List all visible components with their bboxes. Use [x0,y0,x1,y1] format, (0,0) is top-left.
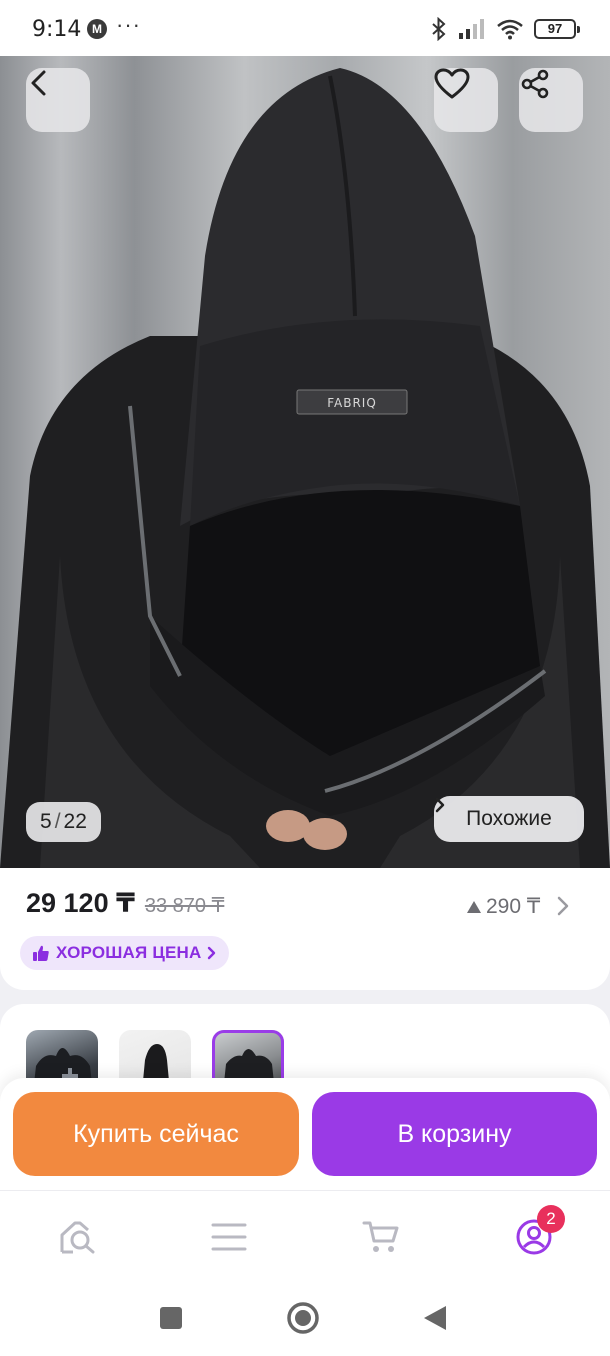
buy-now-button[interactable]: Купить сейчас [13,1092,299,1176]
thumbs-up-icon [33,945,49,961]
bottom-navigation: 2 [0,1190,610,1280]
circle-home-icon [287,1302,319,1334]
product-photo[interactable]: FABRIQ 5 / 22 Похожие [0,56,610,868]
home-icon [60,1221,95,1254]
price-old: 33 870 ₸ [144,895,225,917]
product-screen: 9:14 M ··· 97 FABRIQ 5 / 22 Похожие 29 1… [0,0,610,1356]
status-icons: 97 [430,16,580,42]
price-card: 29 120 ₸ 33 870 ₸ 290 ₸ ХОРОШАЯ ЦЕНА [0,868,610,990]
square-icon [160,1307,182,1329]
chevron-right-icon [208,946,216,960]
triangle-up-icon [467,900,481,913]
system-navigation-bar [0,1280,610,1356]
profile-notification-badge: 2 [537,1205,565,1233]
chevron-right-icon [435,797,445,813]
gallery-counter: 5 / 22 [26,802,101,842]
gallery-separator: / [54,810,61,833]
similar-label: Похожие [466,807,552,830]
share-icon [521,69,549,99]
price-current: 29 120 ₸ [26,888,135,918]
good-price-label: ХОРОШАЯ ЦЕНА [56,943,202,962]
signal-icon [459,19,484,39]
heart-icon [434,68,470,99]
product-photo-drawing: FABRIQ [0,68,610,868]
nav-cart[interactable] [359,1215,403,1259]
catalog-icon [211,1223,247,1251]
price-row: 29 120 ₸ 33 870 ₸ [26,888,224,919]
nav-home[interactable] [56,1215,100,1259]
bluetooth-icon [432,17,446,41]
gallery-current: 5 [40,810,52,833]
wifi-icon [497,19,523,40]
nav-catalog[interactable] [207,1215,251,1259]
price-delta-value: 290 ₸ [486,895,541,918]
good-price-badge[interactable]: ХОРОШАЯ ЦЕНА [20,936,230,970]
triangle-back-icon [424,1306,446,1330]
similar-button[interactable]: Похожие [434,796,584,842]
cart-icon [362,1221,399,1252]
chevron-right-icon[interactable] [556,895,570,917]
price-history-button[interactable]: 290 ₸ [466,894,540,919]
chevron-left-icon [31,70,46,96]
more-notifications-icon: ··· [116,12,141,37]
system-home-button[interactable] [285,1300,321,1336]
purchase-action-bar: Купить сейчас В корзину [0,1078,610,1190]
system-back-button[interactable] [417,1300,453,1336]
label-tag-text: FABRIQ [327,396,377,410]
add-to-cart-button[interactable]: В корзину [312,1092,597,1176]
status-time: 9:14 [32,17,82,42]
app-notification-icon: M [87,19,107,39]
gallery-total: 22 [63,810,87,833]
share-button[interactable] [519,68,583,132]
back-button[interactable] [26,68,90,132]
battery-icon: 97 [534,19,580,39]
status-bar: 9:14 M ··· 97 [0,0,610,56]
recent-apps-button[interactable] [153,1300,189,1336]
favorite-button[interactable] [434,68,498,132]
